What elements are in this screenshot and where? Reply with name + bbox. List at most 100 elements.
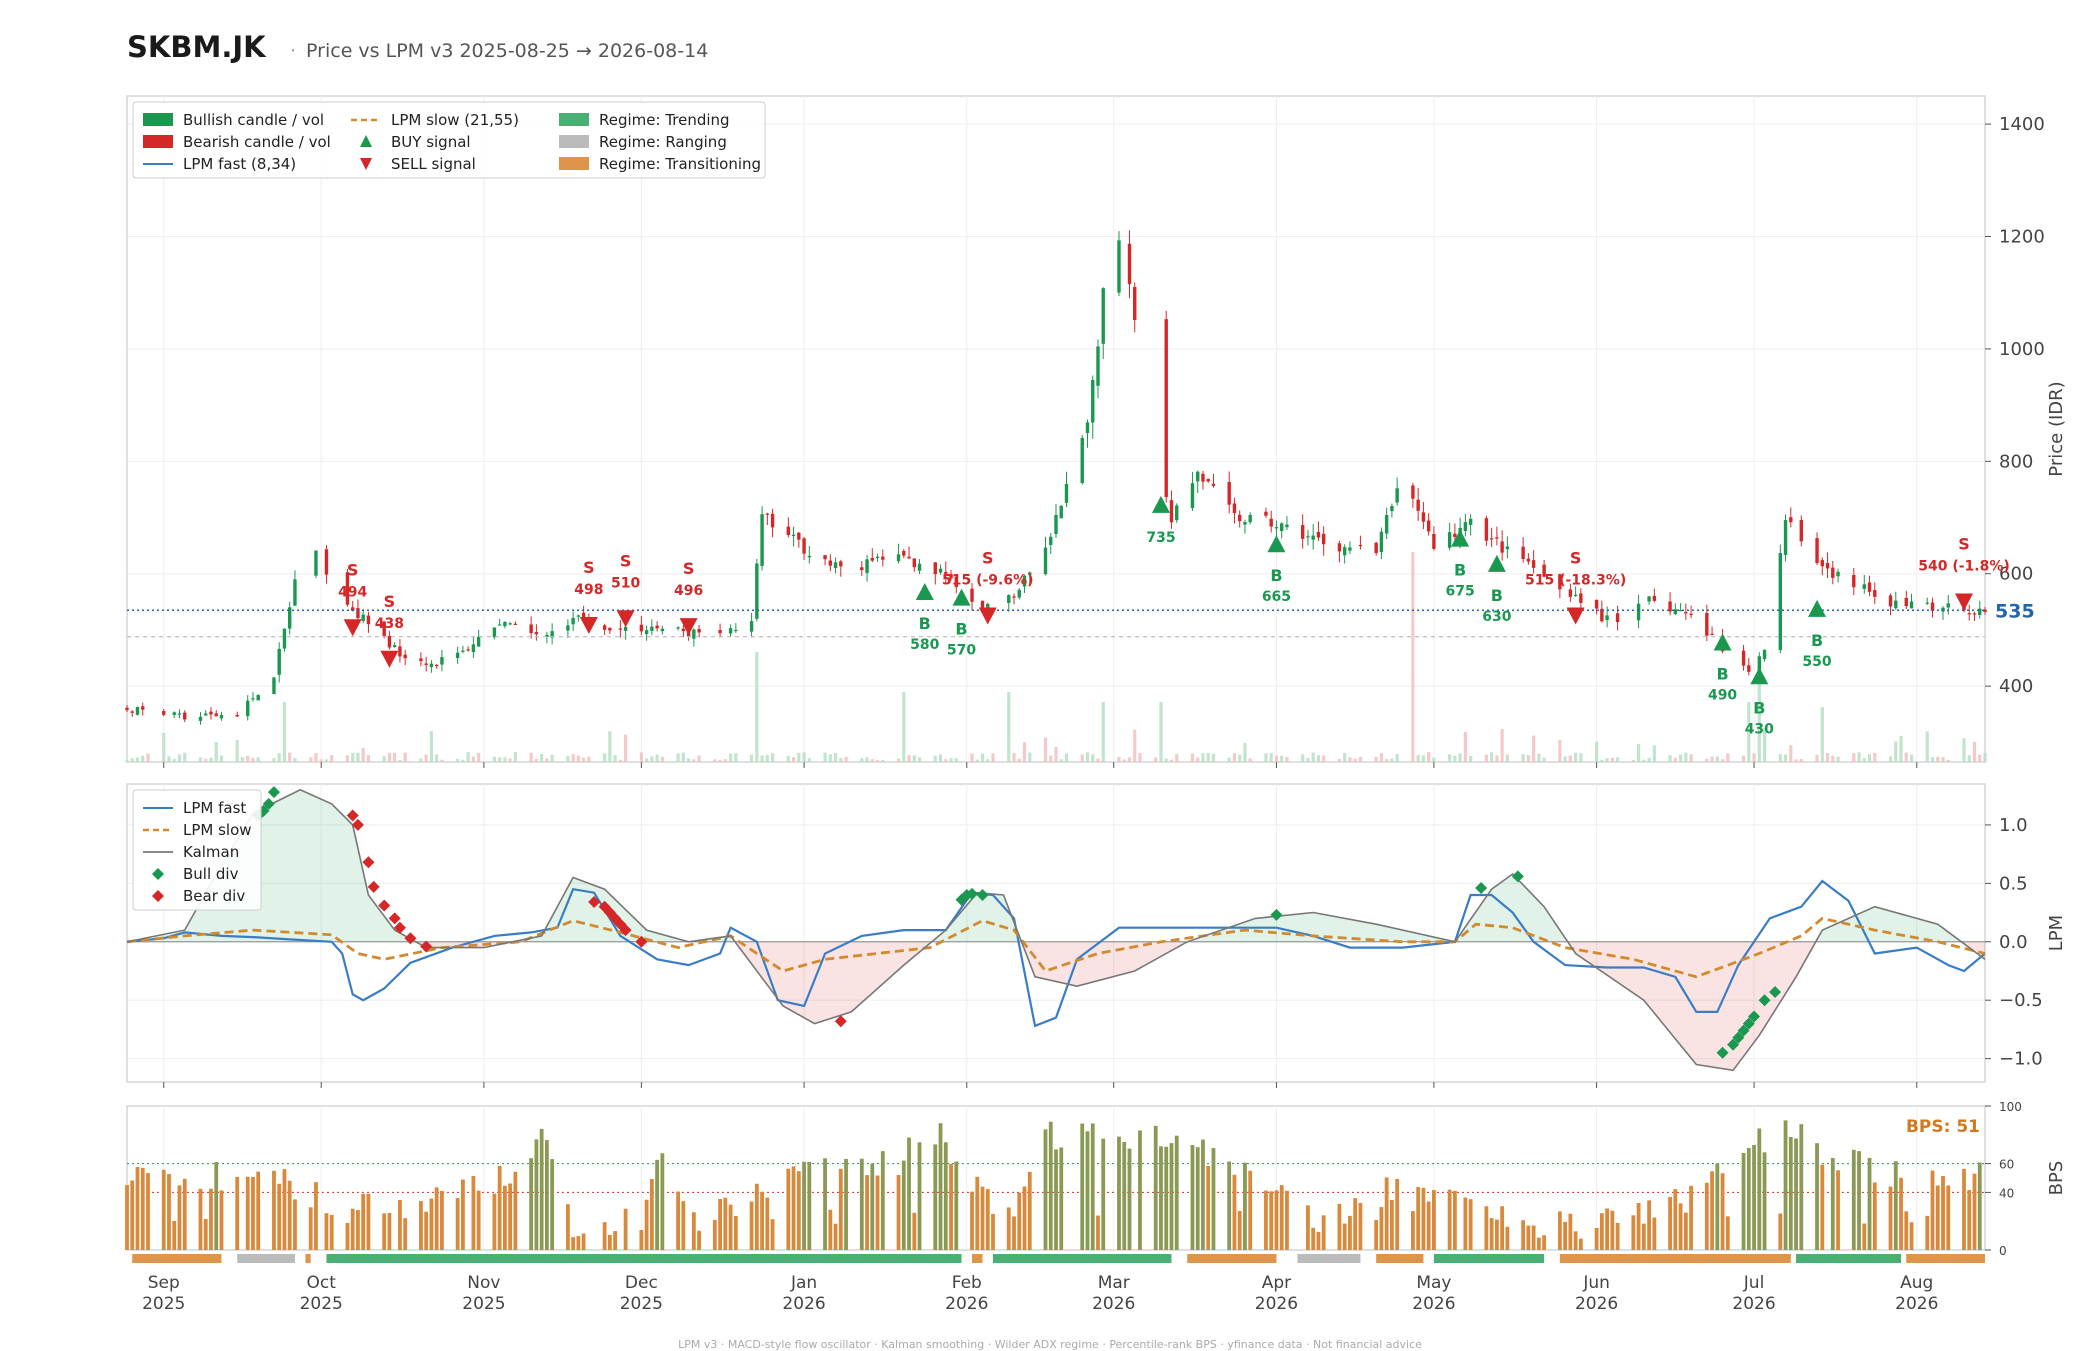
bps-bar (933, 1144, 938, 1250)
candle-body (1080, 437, 1084, 484)
candle-body (1468, 518, 1473, 525)
candle-body (125, 707, 129, 711)
volume-bar (896, 758, 901, 762)
bps-bar (1668, 1196, 1672, 1250)
candle-body (980, 600, 985, 609)
volume-bar (1133, 729, 1137, 762)
bps-bar (356, 1210, 360, 1250)
sell-signal-letter: S (384, 592, 396, 611)
bps-bar (1348, 1215, 1352, 1250)
volume-bar (1269, 753, 1273, 762)
candle-body (797, 532, 801, 540)
sell-signal-price: 438 (375, 616, 404, 632)
bps-bar (1563, 1221, 1568, 1250)
candle-body (828, 560, 833, 566)
candle-body (1091, 379, 1095, 423)
regime-ranging (237, 1254, 295, 1263)
candle-body (1384, 515, 1389, 534)
volume-bar (1526, 755, 1530, 762)
volume-bar (351, 752, 355, 762)
regime-trending (1796, 1254, 1902, 1263)
bps-bar (1274, 1190, 1279, 1250)
price-legend-swatch (559, 113, 589, 126)
bps-bar (1925, 1215, 1930, 1250)
bps-bar (1243, 1162, 1247, 1250)
volume-bar (1190, 753, 1195, 762)
volume-bar (508, 758, 512, 762)
candle-body (361, 614, 365, 621)
candle-body (639, 624, 644, 632)
volume-bar (1505, 754, 1509, 762)
candle-body (786, 526, 791, 536)
volume-bar (130, 758, 134, 762)
bps-bar (644, 1199, 649, 1250)
buy-signal-price: 630 (1482, 609, 1511, 625)
volume-bar (1343, 753, 1347, 762)
volume-bar (1857, 752, 1861, 762)
volume-bar (1411, 552, 1415, 762)
volume-bar (1238, 754, 1242, 762)
x-tick-year: 2025 (300, 1294, 343, 1314)
bps-bar (1788, 1136, 1793, 1250)
candle-body (387, 635, 392, 648)
candle-body (1411, 485, 1415, 499)
candle-body (1395, 488, 1399, 503)
bps-bar (1746, 1148, 1751, 1250)
bps-bar (361, 1193, 366, 1250)
volume-bar (214, 741, 218, 762)
bps-bar (235, 1176, 240, 1250)
bps-bar (1337, 1203, 1342, 1250)
sell-signal-letter: S (1570, 548, 1582, 567)
candle-body (277, 648, 281, 675)
volume-bar (1463, 731, 1467, 762)
candle-body (618, 628, 623, 630)
price-legend-swatch (559, 157, 589, 170)
candle-body (912, 558, 916, 568)
volume-bar (477, 752, 481, 762)
candle-body (434, 664, 439, 667)
candle-body (1778, 553, 1783, 651)
candle-body (471, 644, 476, 653)
volume-bar (1311, 752, 1315, 762)
volume-bar (1595, 741, 1599, 762)
volume-bar (466, 752, 470, 762)
bps-bar (613, 1231, 618, 1250)
volume-bar (1579, 753, 1583, 762)
candle-body (1085, 422, 1090, 434)
bps-bar (912, 1212, 917, 1250)
buy-signal-price: 665 (1262, 589, 1291, 605)
candle-body (1967, 613, 1971, 615)
bps-bar (398, 1200, 402, 1250)
volume-bar (1684, 752, 1688, 762)
candle-body (1526, 558, 1531, 562)
volume-bar (1820, 707, 1824, 762)
bps-bar (1306, 1205, 1310, 1250)
bps-bar (1138, 1130, 1142, 1250)
bps-bar (1647, 1200, 1651, 1250)
volume-bar (1164, 758, 1168, 762)
candle-body (1248, 514, 1252, 523)
candle-body (576, 615, 581, 617)
volume-bar (697, 755, 701, 762)
volume-bar (1873, 752, 1877, 762)
bps-bar (256, 1171, 261, 1250)
candle-body (272, 677, 276, 695)
volume-bar (786, 756, 790, 762)
bps-bar (1269, 1191, 1274, 1250)
volume-bar (1169, 759, 1174, 762)
volume-bar (1537, 753, 1541, 762)
candle-body (1238, 514, 1242, 522)
bps-bar (1946, 1185, 1951, 1250)
candle-body (1416, 499, 1420, 511)
candle-body (1862, 584, 1866, 589)
bps-bar (1752, 1144, 1756, 1250)
volume-bar (639, 752, 643, 762)
volume-bar (503, 757, 507, 762)
volume-bar (256, 757, 260, 762)
bps-bar (1573, 1231, 1578, 1250)
candle-body (833, 562, 838, 568)
bps-bar (975, 1176, 980, 1250)
volume-bar (534, 758, 538, 762)
sell-signal-price: 515 (-9.6%) (942, 572, 1034, 588)
bps-bar (838, 1168, 843, 1250)
